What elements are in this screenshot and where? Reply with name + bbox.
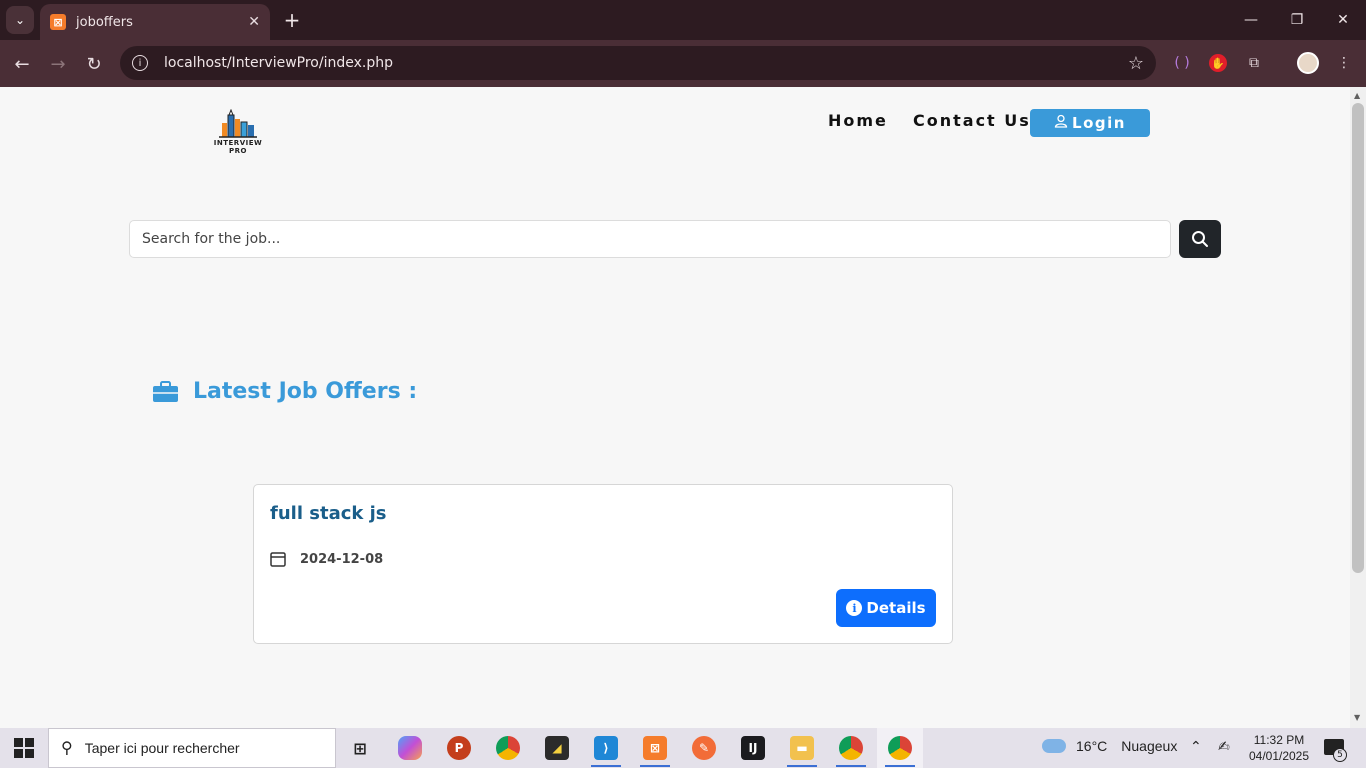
scroll-up-arrow-icon[interactable]: ▲: [1354, 91, 1360, 100]
job-title[interactable]: full stack js: [270, 503, 387, 524]
notification-badge: 5: [1333, 748, 1347, 762]
search-icon: [1192, 231, 1208, 247]
search-button[interactable]: [1179, 220, 1221, 258]
weather-widget[interactable]: 16°C Nuageux: [1042, 738, 1177, 754]
windows-start-icon[interactable]: [14, 738, 34, 758]
minimize-icon[interactable]: —: [1236, 8, 1266, 32]
info-icon: i: [846, 600, 863, 616]
taskbar-search-text: Taper ici pour rechercher: [84, 740, 240, 756]
clock-date: 04/01/2025: [1248, 749, 1310, 763]
page-scrollbar[interactable]: ▲ ▼: [1350, 87, 1366, 728]
back-arrow-icon[interactable]: ←: [8, 50, 36, 78]
scroll-down-arrow-icon[interactable]: ▼: [1354, 713, 1360, 722]
logo-text: INTERVIEW PRO: [213, 139, 263, 155]
nav-contact-link[interactable]: Contact Us: [913, 111, 1031, 130]
reload-icon[interactable]: ↻: [80, 50, 108, 78]
explorer-running-indicator: [787, 765, 817, 767]
xampp-icon[interactable]: ⊠: [643, 736, 667, 760]
buildings-logo-icon: [219, 108, 257, 138]
chrome-icon[interactable]: [496, 736, 520, 760]
cloud-icon: [1042, 739, 1066, 753]
copilot-icon[interactable]: [398, 736, 422, 760]
window-close-icon[interactable]: ✕: [1328, 8, 1358, 32]
xampp-running-indicator: [640, 765, 670, 767]
briefcase-icon: [153, 380, 178, 402]
job-search-input[interactable]: [129, 220, 1171, 258]
sticky-notes-icon[interactable]: ◢: [545, 736, 569, 760]
section-heading: Latest Job Offers :: [152, 379, 417, 404]
details-label: Details: [866, 599, 926, 617]
intellij-icon[interactable]: IJ: [741, 736, 765, 760]
taskbar-search-box[interactable]: ⚲ Taper ici pour rechercher: [48, 728, 336, 768]
address-bar[interactable]: i localhost/InterviewPro/index.php ☆: [120, 46, 1156, 80]
file-explorer-icon[interactable]: ▬: [790, 736, 814, 760]
pen-icon[interactable]: ✍: [1218, 739, 1230, 755]
close-tab-icon[interactable]: ✕: [248, 14, 260, 30]
browser-tab-bar: ⌄ ⊠ joboffers ✕ + — ❐ ✕: [0, 0, 1366, 40]
weather-condition: Nuageux: [1121, 738, 1178, 754]
powerpoint-icon[interactable]: P: [447, 736, 471, 760]
postman-icon[interactable]: ✎: [692, 736, 716, 760]
chrome-active-icon[interactable]: [888, 736, 912, 760]
new-tab-button[interactable]: +: [280, 8, 304, 32]
scrollbar-thumb[interactable]: [1352, 103, 1364, 573]
nav-home-link[interactable]: Home: [828, 111, 888, 130]
clock-time: 11:32 PM: [1253, 733, 1305, 747]
web-page: INTERVIEW PRO Home Contact Us Login Late…: [0, 87, 1350, 728]
vscode-icon[interactable]: ⟩: [594, 736, 618, 760]
browser-tab[interactable]: ⊠ joboffers ✕: [40, 4, 270, 40]
job-date-row: 2024-12-08: [270, 551, 383, 567]
job-date: 2024-12-08: [300, 551, 384, 567]
calendar-icon: [270, 552, 286, 567]
tab-search-button[interactable]: ⌄: [6, 6, 34, 34]
browser-menu-icon[interactable]: ⋮: [1333, 52, 1355, 74]
windows-taskbar: ⚲ Taper ici pour rechercher ⊞ P ◢ ⟩ ⊠ ✎ …: [0, 728, 1366, 768]
login-button[interactable]: Login: [1030, 109, 1150, 137]
login-label: Login: [1072, 114, 1126, 132]
chrome-running-indicator: [836, 765, 866, 767]
url-text[interactable]: localhost/InterviewPro/index.php: [164, 55, 1128, 71]
job-card: full stack js 2024-12-08 i Details: [253, 484, 953, 644]
profile-avatar[interactable]: [1297, 52, 1319, 74]
forward-arrow-icon[interactable]: →: [44, 50, 72, 78]
extension-red-icon[interactable]: ✋: [1209, 54, 1227, 72]
tab-title: joboffers: [76, 14, 133, 30]
system-clock[interactable]: 11:32 PM 04/01/2025: [1244, 732, 1314, 764]
restore-icon[interactable]: ❐: [1282, 8, 1312, 32]
task-view-icon[interactable]: ⊞: [348, 736, 372, 760]
extension-purple-icon[interactable]: ( ): [1171, 52, 1193, 74]
search-icon: ⚲: [61, 740, 73, 757]
site-info-icon[interactable]: i: [132, 55, 148, 71]
vscode-running-indicator: [591, 765, 621, 767]
site-logo[interactable]: INTERVIEW PRO: [205, 108, 271, 155]
details-button[interactable]: i Details: [836, 589, 936, 627]
chrome-profile-icon[interactable]: [839, 736, 863, 760]
bookmark-star-icon[interactable]: ☆: [1128, 53, 1144, 74]
chrome-active-indicator: [885, 765, 915, 767]
user-icon: [1054, 114, 1068, 132]
xampp-favicon-icon: ⊠: [50, 14, 66, 30]
browser-toolbar: ← → ↻ i localhost/InterviewPro/index.php…: [0, 40, 1366, 87]
section-title: Latest Job Offers :: [193, 379, 418, 404]
extensions-puzzle-icon[interactable]: ⧉: [1243, 52, 1265, 74]
chevron-up-icon[interactable]: ⌃: [1190, 739, 1202, 755]
weather-temp: 16°C: [1076, 738, 1108, 754]
